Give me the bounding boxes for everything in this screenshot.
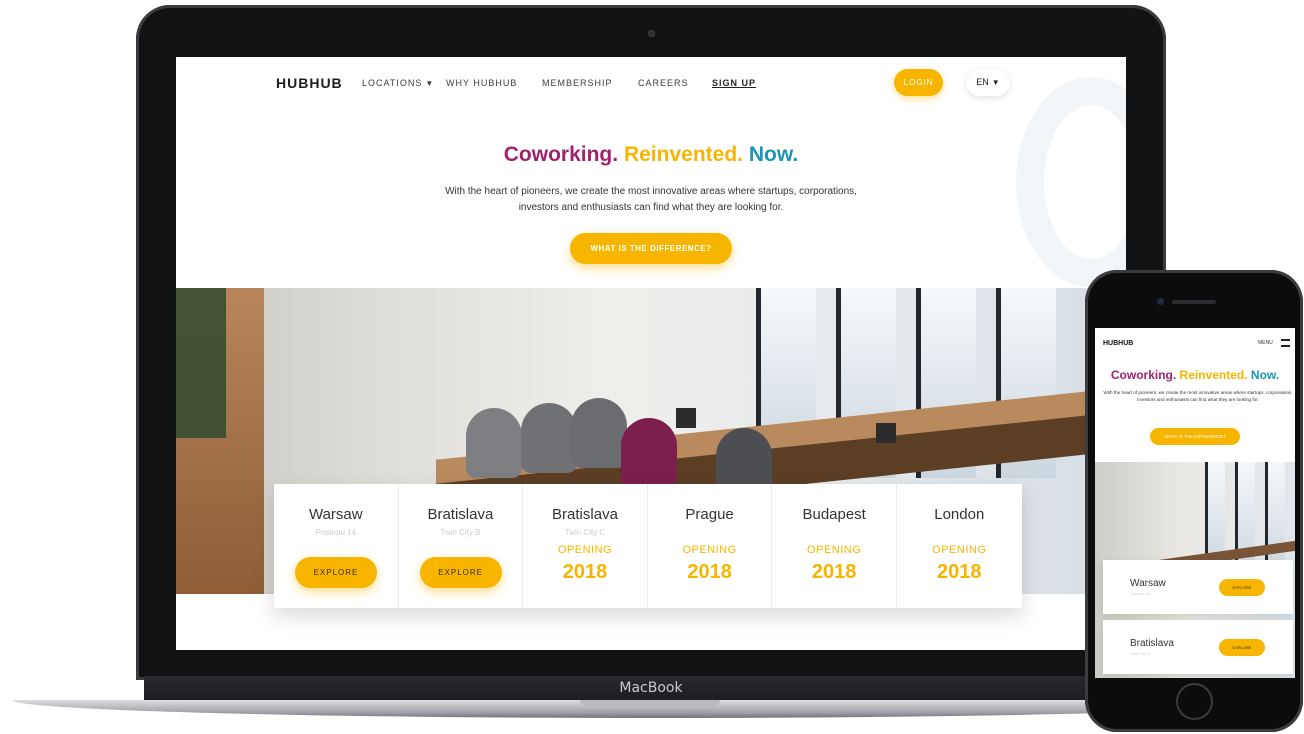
opening-label: OPENING <box>807 544 862 556</box>
opening-label: OPENING <box>557 544 613 556</box>
mobile-what-is-the-difference-button[interactable]: WHAT IS THE DIFFERENCE? <box>1150 428 1240 445</box>
location-card-budapest: Budapest OPENING 2018 <box>772 484 897 608</box>
hero-description: With the heart of pioneers, we create th… <box>445 186 857 213</box>
location-city: Bratislava <box>552 506 618 523</box>
chair <box>466 408 522 478</box>
mobile-title-part2: Reinvented. <box>1179 368 1248 382</box>
location-city: Budapest <box>802 506 866 523</box>
location-address: Postepu 14 <box>1130 591 1151 596</box>
mobile-location-card-bratislava: Bratislava Twin City B EXPLORE <box>1103 620 1293 674</box>
location-address: Twin City B <box>1130 651 1151 656</box>
plant-pot <box>876 423 896 443</box>
location-city: Bratislava <box>427 506 494 523</box>
nav-membership[interactable]: MEMBERSHIP <box>542 78 613 88</box>
what-is-the-difference-button[interactable]: WHAT IS THE DIFFERENCE? <box>570 233 732 264</box>
language-label: EN <box>976 77 989 87</box>
mobile-title-part3: Now. <box>1250 368 1280 382</box>
phone-camera <box>1157 298 1164 305</box>
hero-title: Coworking. Reinvented. Now. <box>176 143 1126 167</box>
laptop-chin: MacBook <box>144 676 1158 702</box>
location-city: London <box>934 506 985 523</box>
location-card-warsaw: Warsaw Postepu 14 EXPLORE <box>274 484 399 608</box>
location-address: Twin City B <box>440 528 481 537</box>
opening-year: 2018 <box>937 561 982 583</box>
opening-year: 2018 <box>687 561 732 583</box>
opening-label: OPENING <box>682 544 737 556</box>
location-card-bratislava-b: Bratislava Twin City B EXPLORE <box>399 484 524 608</box>
mobile-hero-description: With the heart of pioneers, we create th… <box>1103 390 1293 402</box>
location-city: Warsaw <box>308 506 363 523</box>
phone: HUBHUB MENU Coworking. Reinvented. Now. … <box>1085 270 1303 732</box>
location-city: Bratislava <box>1130 638 1174 649</box>
chevron-down-icon: ▼ <box>425 79 435 88</box>
explore-button[interactable]: EXPLORE <box>419 557 502 588</box>
nav-careers[interactable]: CAREERS <box>638 78 689 88</box>
top-navigation: HUBHUB LOCATIONS ▼ WHY HUBHUB MEMBERSHIP … <box>176 57 1126 112</box>
mobile-title-part1: Coworking. <box>1110 368 1177 382</box>
hero-title-part3: Now. <box>748 143 799 166</box>
logo[interactable]: HUBHUB <box>276 75 343 91</box>
nav-locations-label: LOCATIONS <box>362 78 423 88</box>
mobile-location-card-warsaw: Warsaw Postepu 14 EXPLORE <box>1103 560 1293 614</box>
mobile-menu-label[interactable]: MENU <box>1258 340 1273 346</box>
opening-label: OPENING <box>932 544 987 556</box>
opening-year: 2018 <box>562 561 608 583</box>
laptop-camera <box>648 30 655 37</box>
hero-title-part1: Coworking. <box>503 143 619 166</box>
plant-pot <box>676 408 696 428</box>
hero-title-part2: Reinvented. <box>623 143 743 166</box>
login-button[interactable]: LOGIN <box>894 69 943 96</box>
location-address: Twin City C <box>564 528 606 537</box>
location-city: Warsaw <box>1130 578 1166 589</box>
home-button[interactable] <box>1176 683 1213 720</box>
location-cards: Warsaw Postepu 14 EXPLORE Bratislava Twi… <box>274 484 1022 608</box>
opening-year: 2018 <box>811 561 857 583</box>
chair <box>621 418 677 488</box>
mobile-hero-title: Coworking. Reinvented. Now. <box>1095 368 1295 382</box>
nav-why-hubhub[interactable]: WHY HUBHUB <box>446 78 517 88</box>
nav-locations[interactable]: LOCATIONS ▼ <box>362 78 434 88</box>
location-address: Postepu 14 <box>315 528 357 537</box>
mobile-logo[interactable]: HUBHUB <box>1103 340 1133 347</box>
green-wall-plants <box>176 288 226 438</box>
explore-button[interactable]: EXPLORE <box>1219 639 1265 656</box>
hamburger-menu-icon[interactable] <box>1281 339 1290 347</box>
nav-sign-up[interactable]: SIGN UP <box>712 78 756 88</box>
chair <box>571 398 627 468</box>
phone-speaker <box>1172 300 1216 304</box>
language-select[interactable]: EN ▼ <box>966 69 1010 96</box>
location-city: Prague <box>685 506 734 523</box>
chevron-down-icon: ▼ <box>991 78 1000 87</box>
location-card-bratislava-c: Bratislava Twin City C OPENING 2018 <box>523 484 648 608</box>
location-card-london: London OPENING 2018 <box>897 484 1022 608</box>
phone-screen: HUBHUB MENU Coworking. Reinvented. Now. … <box>1095 328 1295 678</box>
explore-button[interactable]: EXPLORE <box>295 557 377 588</box>
explore-button[interactable]: EXPLORE <box>1219 579 1265 596</box>
laptop-brand-label: MacBook <box>619 680 683 696</box>
location-card-prague: Prague OPENING 2018 <box>648 484 773 608</box>
chair <box>521 403 577 473</box>
laptop-notch <box>580 700 720 706</box>
laptop-screen: HUBHUB LOCATIONS ▼ WHY HUBHUB MEMBERSHIP … <box>176 57 1126 650</box>
